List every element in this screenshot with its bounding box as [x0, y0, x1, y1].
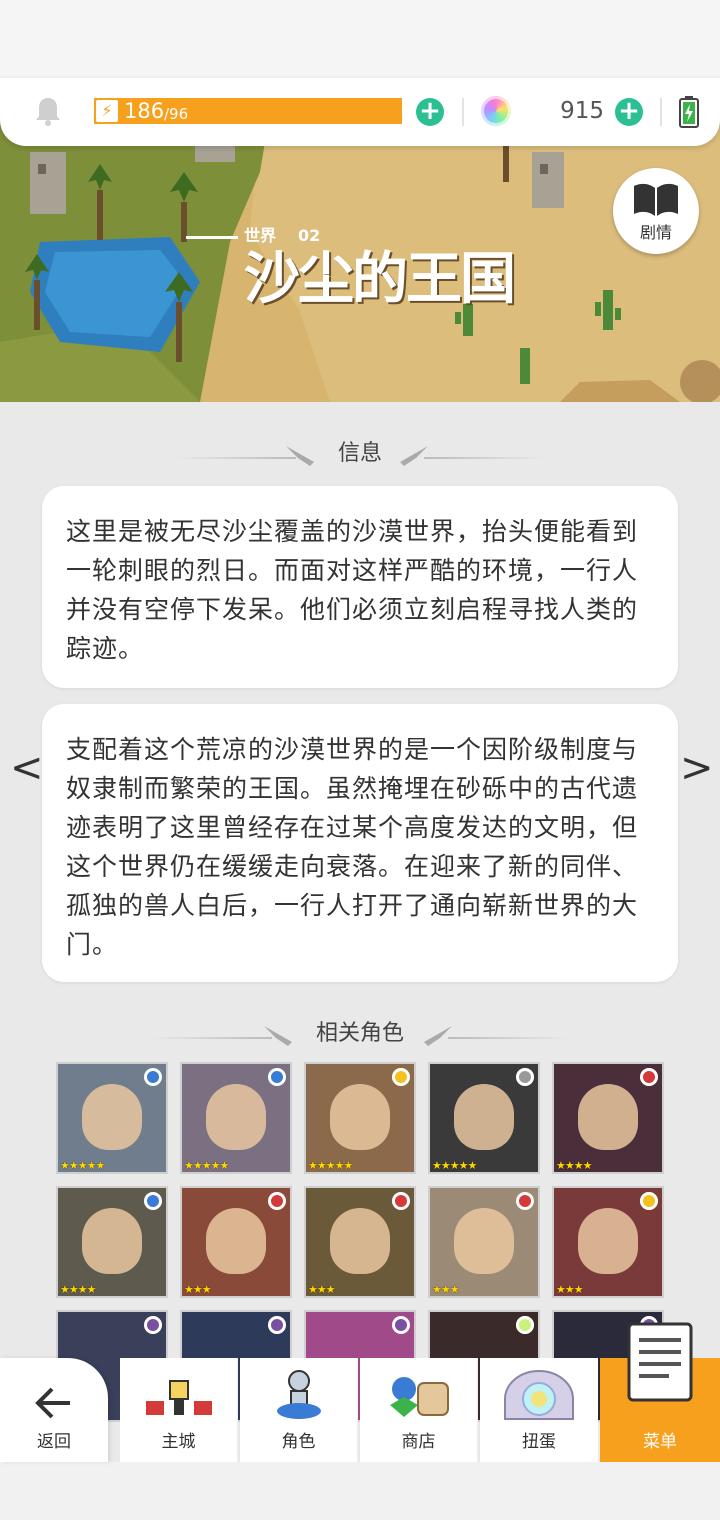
character-portrait[interactable]: ★★★★ — [56, 1186, 168, 1298]
star-rating: ★★★★ — [60, 1283, 96, 1296]
nav-back[interactable]: 返回 — [0, 1358, 108, 1462]
star-rating: ★★★ — [556, 1283, 584, 1296]
star-rating: ★★★★★ — [184, 1159, 229, 1172]
portrait-face — [82, 1208, 142, 1274]
character-portrait[interactable]: ★★★★★ — [428, 1062, 540, 1174]
home-icon — [145, 1380, 212, 1415]
portrait-face — [206, 1208, 266, 1274]
gem-icon — [481, 96, 511, 126]
star-rating: ★★★★ — [556, 1159, 592, 1172]
element-icon — [640, 1192, 658, 1210]
portrait-face — [578, 1084, 638, 1150]
portrait-face — [454, 1084, 514, 1150]
portrait-face — [330, 1208, 390, 1274]
nav-gacha[interactable]: 扭蛋 — [480, 1358, 598, 1462]
nav-shop-label: 商店 — [401, 1432, 436, 1452]
character-portrait[interactable]: ★★★ — [552, 1186, 664, 1298]
element-icon — [392, 1068, 410, 1086]
divider — [660, 98, 662, 126]
element-icon — [268, 1192, 286, 1210]
element-icon — [144, 1316, 162, 1334]
character-portrait[interactable]: ★★★ — [180, 1186, 292, 1298]
element-icon — [640, 1068, 658, 1086]
star-rating: ★★★★★ — [308, 1159, 353, 1172]
nav-menu[interactable]: 菜单 — [600, 1322, 720, 1462]
world-title: 沙尘的王国 — [244, 247, 516, 312]
portrait-face — [206, 1084, 266, 1150]
character-portrait[interactable]: ★★★★★ — [56, 1062, 168, 1174]
world-content: 信息 这里是被无尽沙尘覆盖的沙漠世界，抬头便能看到一轮刺眼的烈日。而面对这样严酷… — [0, 402, 720, 1462]
gem-count: 915 — [560, 98, 604, 124]
nav-gacha-label: 扭蛋 — [522, 1432, 556, 1452]
character-portrait[interactable]: ★★★★ — [552, 1062, 664, 1174]
shop-icon — [389, 1377, 449, 1417]
portrait-face — [454, 1208, 514, 1274]
add-energy-button[interactable]: + — [416, 98, 444, 126]
divider — [462, 98, 464, 126]
element-icon — [268, 1068, 286, 1086]
portrait-face — [82, 1084, 142, 1150]
element-icon — [516, 1316, 534, 1334]
nav-home[interactable]: 主城 — [120, 1358, 238, 1462]
character-portrait[interactable]: ★★★ — [304, 1186, 416, 1298]
nav-hero[interactable]: 角色 — [240, 1358, 358, 1462]
star-rating: ★★★★★ — [432, 1159, 477, 1172]
character-portrait[interactable]: ★★★ — [428, 1186, 540, 1298]
element-icon — [268, 1316, 286, 1334]
gacha-icon — [504, 1370, 574, 1420]
story-button[interactable]: 剧情 — [613, 168, 699, 254]
nav-shop[interactable]: 商店 — [360, 1358, 478, 1462]
portrait-face — [578, 1208, 638, 1274]
world-label-line — [186, 236, 238, 239]
story-label: 剧情 — [639, 223, 672, 242]
bell-icon[interactable] — [34, 96, 62, 126]
character-portrait[interactable]: ★★★★★ — [180, 1062, 292, 1174]
character-grid: ★★★★★ ★★★★★ ★★★★★ ★★★★★ ★★★★ ★★★★ ★★★ ★★★ ★★★ ★★★ — [0, 402, 720, 1462]
energy-bar: ⚡ 186 /96 — [94, 98, 402, 124]
star-rating: ★★★ — [432, 1283, 460, 1296]
element-icon — [516, 1068, 534, 1086]
world-banner: 世界 02 沙尘的王国 剧情 — [0, 112, 720, 402]
battery-icon — [679, 96, 699, 128]
nav-home-label: 主城 — [161, 1432, 196, 1452]
system-bar — [0, 1462, 720, 1520]
nav-menu-label: 菜单 — [643, 1432, 677, 1452]
element-icon — [144, 1068, 162, 1086]
nav-hero-label: 角色 — [281, 1432, 316, 1452]
hero-icon — [276, 1370, 321, 1419]
energy-max: /96 — [164, 105, 189, 123]
book-icon — [634, 183, 678, 216]
back-arrow-icon — [35, 1387, 70, 1419]
character-portrait[interactable]: ★★★★★ — [304, 1062, 416, 1174]
element-icon — [392, 1192, 410, 1210]
element-icon — [392, 1316, 410, 1334]
element-icon — [516, 1192, 534, 1210]
element-icon — [144, 1192, 162, 1210]
portrait-face — [330, 1084, 390, 1150]
lightning-icon: ⚡ — [96, 100, 118, 122]
nav-back-label: 返回 — [37, 1432, 71, 1452]
energy-current: 186 — [124, 99, 165, 123]
world-label: 世界 — [244, 226, 277, 245]
bottom-nav: 返回 主城 角色 商店 扭蛋 菜单 — [0, 1322, 720, 1462]
world-number: 02 — [298, 226, 321, 245]
add-gem-button[interactable]: + — [615, 98, 643, 126]
top-resource-bar: ⚡ 186 /96 + 915 + — [0, 78, 720, 146]
star-rating: ★★★★★ — [60, 1159, 105, 1172]
star-rating: ★★★ — [308, 1283, 336, 1296]
menu-list-icon — [627, 1322, 693, 1402]
star-rating: ★★★ — [184, 1283, 212, 1296]
